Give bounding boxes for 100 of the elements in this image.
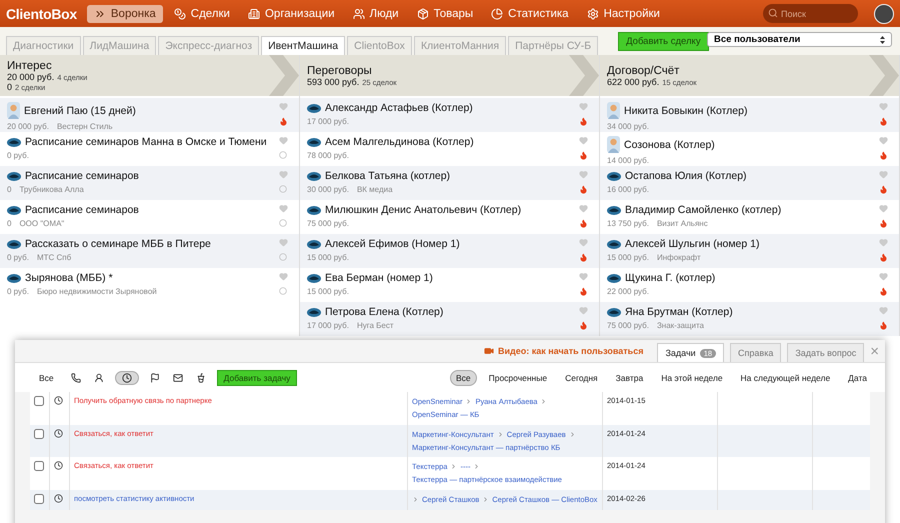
date-filter[interactable]: Сегодня — [559, 370, 604, 386]
deal-card[interactable]: Белкова Татьяна (котлер) 30 000 руб. ВК медиа — [300, 166, 599, 200]
stage-arrow-drawing — [269, 55, 299, 96]
deal-card[interactable]: Алексей Ефимов (Номер 1) 15 000 руб. — [300, 234, 599, 268]
logo-avatar-icon — [307, 172, 321, 180]
heart-icon[interactable] — [578, 102, 588, 111]
deal-amount: 15 000 руб. — [307, 287, 349, 296]
deal-card[interactable]: Алексей Шульгин (номер 1) 15 000 руб. Инфокрафт — [600, 234, 899, 268]
deal-amount: 16 000 руб. — [607, 185, 649, 194]
date-filter[interactable]: На следующей неделе — [734, 370, 836, 386]
heart-icon[interactable] — [278, 102, 288, 111]
logo-avatar-icon — [307, 104, 321, 112]
app-logo[interactable]: ClientoBox — [6, 6, 77, 22]
heart-icon[interactable] — [278, 272, 288, 281]
logo-avatar-icon — [307, 240, 321, 248]
nav-item[interactable]: Настройки — [580, 4, 667, 22]
nav-item[interactable]: Товары — [410, 4, 480, 22]
deal-title: Алексей Шульгин (номер 1) — [625, 238, 760, 250]
stage-title: Интерес — [7, 60, 53, 72]
heart-icon[interactable] — [578, 238, 588, 247]
deal-amount: 17 000 руб. — [307, 321, 349, 330]
panel-tab[interactable]: Справка — [730, 343, 782, 362]
deal-title: Евгений Паю (15 дней) — [24, 104, 136, 116]
heart-icon[interactable] — [878, 272, 888, 281]
chevron-icon — [465, 398, 472, 406]
search-field[interactable]: Поиск — [763, 4, 858, 23]
heart-icon[interactable] — [878, 306, 888, 315]
search-icon — [768, 8, 778, 18]
logo-avatar-icon — [307, 138, 321, 146]
logo-avatar-icon — [7, 240, 21, 248]
clock-icon — [54, 428, 63, 438]
heart-icon[interactable] — [278, 136, 288, 145]
nav-item[interactable]: Организации — [240, 4, 342, 22]
deal-card[interactable]: Остапова Юлия (Котлер) 16 000 руб. — [600, 166, 899, 200]
add-deal-button[interactable]: Добавить сделку — [618, 32, 709, 50]
date-filter[interactable]: На этой неделе — [655, 370, 729, 386]
deal-amount: 34 000 руб. — [607, 122, 649, 131]
deal-company: МТС Спб — [36, 253, 72, 262]
chevron-icon — [496, 430, 504, 438]
pipeline-tab[interactable]: ИвентМашина — [261, 36, 346, 55]
stage-title: Переговоры — [307, 64, 373, 76]
all-types-filter[interactable]: Все — [33, 370, 60, 386]
deal-company: ООО "ОМА" — [19, 219, 64, 228]
stage-title: Договор/Счёт — [607, 64, 680, 76]
logo-avatar-icon — [307, 308, 321, 316]
logo-avatar-icon — [7, 138, 21, 146]
chevron-icon — [450, 463, 458, 470]
heart-icon[interactable] — [278, 204, 288, 213]
nav-item[interactable]: Статистика — [484, 4, 576, 22]
heart-icon[interactable] — [578, 170, 588, 179]
person-avatar-icon — [7, 102, 20, 119]
add-task-button[interactable]: Добавить задачу — [216, 370, 298, 386]
video-link[interactable]: Видео: как начать пользоваться — [484, 346, 644, 356]
deal-card[interactable]: Евгений Паю (15 дней) 20 000 руб. Вестерн Стиль — [0, 98, 299, 132]
task-type-filter[interactable] — [114, 370, 139, 384]
deal-card[interactable]: Яна Брутман (Котлер) 75 000 руб. Знак-защита — [600, 302, 899, 336]
task-checkbox[interactable] — [34, 494, 44, 504]
deal-title: Белкова Татьяна (котлер) — [325, 170, 450, 182]
flag-icon — [150, 372, 160, 382]
date-filter[interactable]: Просроченные — [482, 370, 554, 386]
deal-card[interactable]: Петрова Елена (Котлер) 17 000 руб. Нуга Бест — [300, 302, 599, 336]
panel-tab[interactable]: Задать вопрос — [787, 343, 864, 362]
task-checkbox[interactable] — [34, 461, 44, 471]
deal-amount: 0 — [7, 185, 12, 194]
heart-icon[interactable] — [878, 102, 888, 111]
deal-title: Расписание семинаров — [25, 170, 139, 182]
task-checkbox[interactable] — [34, 396, 44, 406]
heart-icon[interactable] — [578, 204, 588, 213]
date-filter[interactable]: Все — [450, 370, 477, 386]
people-icon — [352, 8, 365, 20]
deal-amount: 14 000 руб. — [607, 156, 649, 165]
date-filter[interactable]: Дата — [842, 370, 873, 386]
user-select[interactable]: Все пользователи — [707, 32, 892, 47]
nav-item[interactable]: Люди — [346, 4, 406, 22]
logo-avatar-icon — [7, 274, 21, 282]
task-type-filter[interactable] — [68, 370, 83, 384]
heart-icon[interactable] — [878, 170, 888, 179]
nav-item[interactable]: Воронка — [86, 4, 163, 22]
user-avatar[interactable] — [874, 4, 894, 24]
heart-icon[interactable] — [878, 238, 888, 247]
heart-icon[interactable] — [578, 306, 588, 315]
deal-card[interactable]: Расписание семинаров 0 Трубникова Алла — [0, 166, 299, 200]
task-checkbox[interactable] — [34, 428, 44, 438]
heart-icon[interactable] — [278, 170, 288, 179]
deal-amount: 15 000 руб. — [607, 253, 649, 262]
deal-card[interactable]: Никита Бовыкин (Котлер) 34 000 руб. — [600, 98, 899, 132]
deal-card[interactable]: Александр Астафьев (Котлер) 17 000 руб. — [300, 98, 599, 132]
date-filter[interactable]: Завтра — [610, 370, 650, 386]
heart-icon[interactable] — [278, 238, 288, 247]
heart-icon[interactable] — [878, 204, 888, 213]
heart-icon[interactable] — [878, 136, 888, 145]
deal-title: Асем Малгельдинова (Котлер) — [325, 136, 474, 148]
deal-title: Яна Брутман (Котлер) — [625, 306, 733, 318]
deal-card[interactable]: Рассказать о семинаре МББ в Питере 0 руб. МТС Спб — [0, 234, 299, 268]
heart-icon[interactable] — [578, 272, 588, 281]
deal-title: Никита Бовыкин (Котлер) — [624, 104, 748, 116]
deal-company: Знак-защита — [656, 321, 704, 330]
person-avatar-icon — [607, 102, 620, 119]
nav-item[interactable]: Сделки — [166, 4, 237, 22]
heart-icon[interactable] — [578, 136, 588, 145]
